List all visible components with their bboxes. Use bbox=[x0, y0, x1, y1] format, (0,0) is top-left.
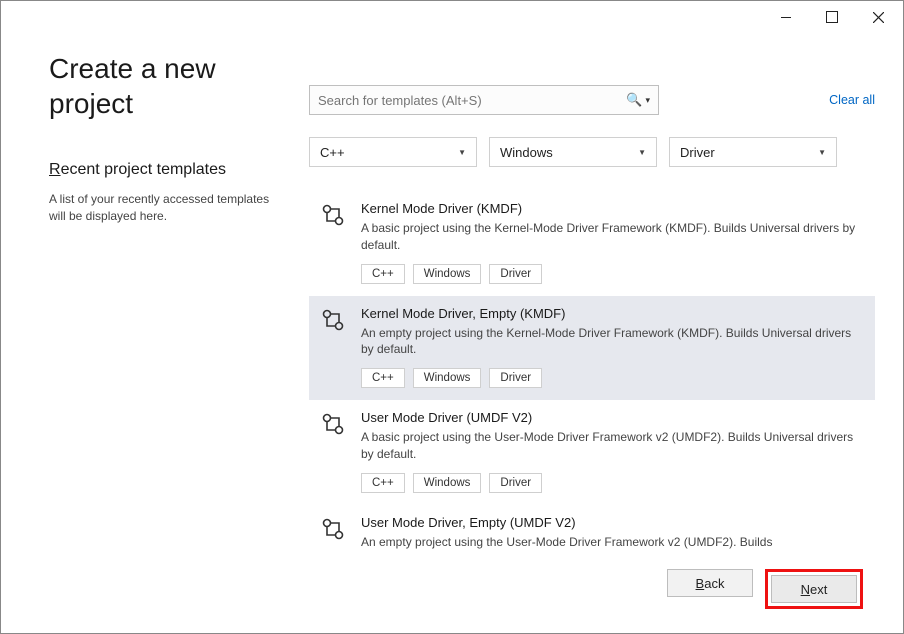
language-filter[interactable]: C++ ▼ bbox=[309, 137, 477, 167]
template-tag: C++ bbox=[361, 368, 405, 388]
template-tag: C++ bbox=[361, 473, 405, 493]
template-icon bbox=[317, 201, 349, 284]
search-dropdown-icon[interactable]: ▾ bbox=[645, 95, 650, 106]
template-tags: C++ Windows Driver bbox=[361, 368, 865, 388]
template-description: An empty project using the User-Mode Dri… bbox=[361, 534, 865, 551]
template-tag: Driver bbox=[489, 473, 542, 493]
close-button[interactable] bbox=[855, 2, 901, 32]
template-description: An empty project using the Kernel-Mode D… bbox=[361, 325, 865, 359]
template-item[interactable]: Kernel Mode Driver, Empty (KMDF) An empt… bbox=[309, 296, 875, 401]
clear-all-link[interactable]: Clear all bbox=[829, 93, 875, 107]
template-item[interactable]: Kernel Mode Driver (KMDF) A basic projec… bbox=[309, 191, 875, 296]
template-title: User Mode Driver, Empty (UMDF V2) bbox=[361, 515, 865, 530]
template-icon bbox=[317, 410, 349, 493]
dialog-footer: Back Next bbox=[1, 569, 903, 609]
search-input[interactable] bbox=[318, 93, 620, 108]
template-tag: Windows bbox=[413, 264, 482, 284]
recent-templates-heading: Recent project templates bbox=[49, 161, 289, 179]
template-tag: Windows bbox=[413, 368, 482, 388]
template-item[interactable]: User Mode Driver (UMDF V2) A basic proje… bbox=[309, 400, 875, 505]
template-title: Kernel Mode Driver (KMDF) bbox=[361, 201, 865, 216]
template-tags: C++ Windows Driver bbox=[361, 264, 865, 284]
template-icon bbox=[317, 306, 349, 389]
template-tag: C++ bbox=[361, 264, 405, 284]
page-title: Create a new project bbox=[49, 51, 289, 121]
template-description: A basic project using the User-Mode Driv… bbox=[361, 429, 865, 463]
template-tags: C++ Windows Driver bbox=[361, 473, 865, 493]
template-tag: Windows bbox=[413, 473, 482, 493]
platform-filter[interactable]: Windows ▼ bbox=[489, 137, 657, 167]
back-button[interactable]: Back bbox=[667, 569, 753, 597]
template-title: User Mode Driver (UMDF V2) bbox=[361, 410, 865, 425]
platform-filter-label: Windows bbox=[500, 145, 553, 160]
template-description: A basic project using the Kernel-Mode Dr… bbox=[361, 220, 865, 254]
template-tag: Driver bbox=[489, 264, 542, 284]
minimize-button[interactable] bbox=[763, 2, 809, 32]
project-type-filter-label: Driver bbox=[680, 145, 715, 160]
window-titlebar bbox=[1, 1, 903, 33]
recent-templates-description: A list of your recently accessed templat… bbox=[49, 191, 289, 225]
search-icon[interactable]: 🔍 bbox=[626, 92, 642, 108]
template-title: Kernel Mode Driver, Empty (KMDF) bbox=[361, 306, 865, 321]
project-type-filter[interactable]: Driver ▼ bbox=[669, 137, 837, 167]
next-button[interactable]: Next bbox=[771, 575, 857, 603]
template-item[interactable]: User Mode Driver, Empty (UMDF V2) An emp… bbox=[309, 505, 875, 555]
maximize-button[interactable] bbox=[809, 2, 855, 32]
template-tag: Driver bbox=[489, 368, 542, 388]
template-icon bbox=[317, 515, 349, 555]
search-input-container: 🔍 ▾ bbox=[309, 85, 659, 115]
language-filter-label: C++ bbox=[320, 145, 345, 160]
chevron-down-icon: ▼ bbox=[458, 148, 466, 157]
chevron-down-icon: ▼ bbox=[818, 148, 826, 157]
template-list: Kernel Mode Driver (KMDF) A basic projec… bbox=[309, 191, 875, 555]
chevron-down-icon: ▼ bbox=[638, 148, 646, 157]
